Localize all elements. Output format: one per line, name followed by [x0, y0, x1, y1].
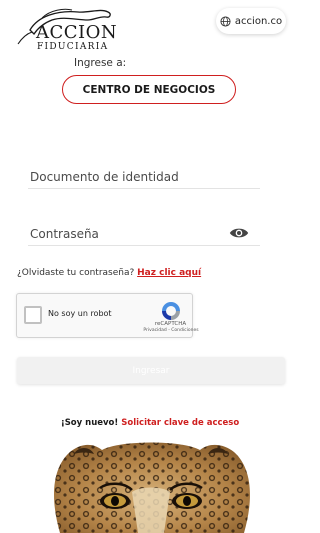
recaptcha-widget: No soy un robot reCAPTCHA Privacidad - C… [16, 293, 199, 338]
signup-row: ¡Soy nuevo! Solicitar clave de acceso [0, 418, 300, 428]
recaptcha-brand: reCAPTCHA [154, 321, 187, 327]
brand-subtitle: FIDUCIARIA [37, 42, 109, 52]
recaptcha-logo-icon [162, 302, 180, 320]
request-access-link[interactable]: Solicitar clave de acceso [121, 418, 239, 428]
forgot-password-row: ¿Olvidaste tu contraseña? Haz clic aquí [17, 268, 201, 278]
document-field[interactable] [28, 166, 262, 189]
business-center-button[interactable]: CENTRO DE NEGOCIOS [62, 75, 236, 104]
password-input[interactable] [28, 223, 262, 245]
password-field[interactable] [28, 223, 262, 246]
recaptcha-checkbox[interactable] [24, 306, 42, 324]
domain-label: accion.co [234, 15, 283, 27]
forgot-password-text: ¿Olvidaste tu contraseña? [17, 268, 135, 278]
login-submit-button[interactable]: Ingresar [17, 357, 285, 384]
forgot-password-link[interactable]: Haz clic aquí [137, 268, 201, 278]
enter-to-label: Ingrese a: [74, 57, 127, 69]
recaptcha-privacy-links[interactable]: Privacidad - Condiciones [141, 328, 201, 333]
domain-link-button[interactable]: accion.co [216, 8, 286, 34]
document-input[interactable] [28, 166, 262, 188]
eye-icon[interactable] [229, 226, 249, 240]
accion-fiduciaria-logo[interactable]: ACCION FIDUCIARIA [8, 4, 118, 52]
recaptcha-label: No soy un robot [48, 309, 112, 318]
jaguar-image [54, 442, 250, 533]
globe-icon [220, 15, 231, 27]
brand-name: ACCION [36, 22, 118, 43]
signup-text: ¡Soy nuevo! [60, 418, 119, 428]
